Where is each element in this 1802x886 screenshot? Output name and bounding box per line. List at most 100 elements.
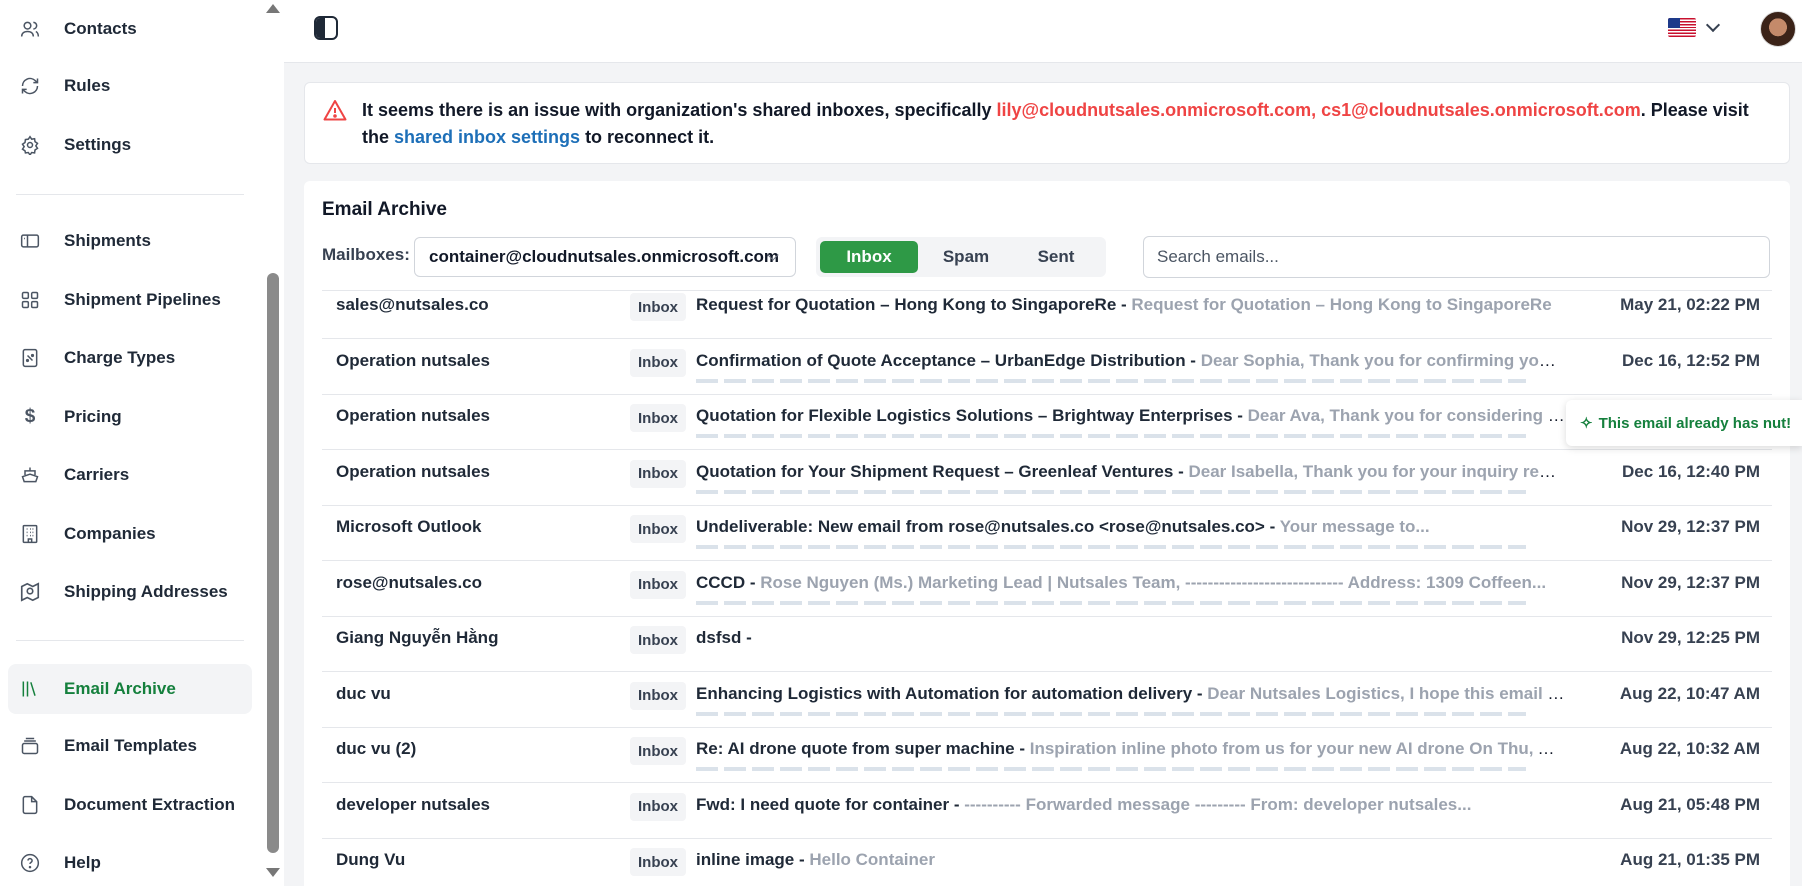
table-row[interactable]: duc vu (2) Inbox Re: AI drone quote from s… bbox=[322, 727, 1772, 783]
row-preview-overflow bbox=[696, 711, 1526, 716]
sidebar: Contacts Rules Settings Shipments Shipme… bbox=[0, 0, 262, 886]
users-icon bbox=[19, 18, 41, 40]
sidebar-item-shipments[interactable]: Shipments bbox=[8, 216, 252, 266]
table-row[interactable]: Operation nutsales Inbox Confirmation of Q… bbox=[322, 339, 1772, 395]
sidebar-item-shipment-pipelines[interactable]: Shipment Pipelines bbox=[8, 275, 252, 325]
row-date: Nov 29, 12:37 PM bbox=[1621, 517, 1760, 536]
alert-text-prefix: It seems there is an issue with organiza… bbox=[362, 100, 997, 120]
help-icon bbox=[19, 852, 41, 874]
row-sender: Operation nutsales bbox=[336, 350, 490, 370]
table-row[interactable]: sales@nutsales.co Inbox Request for Quotat… bbox=[322, 291, 1772, 339]
sidebar-toggle-icon[interactable] bbox=[314, 16, 338, 40]
row-separator: - bbox=[1185, 350, 1201, 370]
mailboxes-label: Mailboxes: bbox=[322, 245, 410, 264]
file-icon bbox=[19, 794, 41, 816]
layers-icon bbox=[19, 735, 41, 757]
alert-emails: lily@cloudnutsales.onmicrosoft.com, cs1@… bbox=[996, 100, 1641, 120]
mailbox-select[interactable]: container@cloudnutsales.onmicrosoft.com bbox=[414, 237, 796, 277]
row-preview: Your message to... bbox=[1279, 517, 1430, 536]
scroll-down-arrow-icon[interactable] bbox=[266, 868, 280, 877]
table-row[interactable]: Operation nutsales Inbox Quotation for You… bbox=[322, 450, 1772, 506]
sidebar-item-label: Contacts bbox=[64, 19, 137, 38]
row-subject: Enhancing Logistics with Automation for … bbox=[696, 683, 1193, 703]
toast-text: This email already has nut! bbox=[1598, 414, 1792, 432]
box-icon bbox=[19, 230, 41, 252]
sidebar-item-label: Shipping Addresses bbox=[64, 582, 228, 601]
chevron-down-icon[interactable] bbox=[1705, 17, 1721, 33]
mailbox-select-value: container@cloudnutsales.onmicrosoft.com bbox=[429, 247, 780, 266]
row-sender: Giang Nguyễn Hằng bbox=[336, 628, 499, 647]
row-separator: - bbox=[745, 572, 761, 592]
sidebar-item-charge-types[interactable]: Charge Types bbox=[8, 333, 252, 383]
email-list: sales@nutsales.co Inbox Request for Quotat… bbox=[322, 290, 1772, 886]
sidebar-item-email-archive[interactable]: Email Archive bbox=[8, 664, 252, 714]
refresh-icon bbox=[19, 75, 41, 97]
scroll-up-arrow-icon[interactable] bbox=[266, 4, 280, 13]
row-date: Aug 21, 01:35 PM bbox=[1620, 850, 1760, 869]
row-folder-badge: Inbox bbox=[630, 404, 686, 432]
row-subject: Quotation for Flexible Logistics Solutio… bbox=[696, 406, 1233, 425]
row-folder-badge: Inbox bbox=[630, 792, 686, 821]
table-row[interactable]: developer nutsales Inbox Fwd: I need quote… bbox=[322, 783, 1772, 839]
row-separator: - bbox=[1232, 406, 1248, 425]
sidebar-item-shipping-addresses[interactable]: Shipping Addresses bbox=[8, 567, 252, 617]
building-icon bbox=[19, 523, 41, 545]
dollar-icon: $ bbox=[24, 406, 36, 427]
table-row[interactable]: Microsoft Outlook Inbox Undeliverable: New… bbox=[322, 505, 1772, 561]
table-row[interactable]: Giang Nguyễn Hằng Inbox dsfsd - Nov 29, 12… bbox=[322, 616, 1772, 672]
row-separator: - bbox=[1192, 683, 1208, 703]
row-preview: Dear Nutsales Logistics, I hope this ema… bbox=[1207, 683, 1566, 703]
row-subject: Quotation for Your Shipment Request – Gr… bbox=[696, 461, 1174, 481]
sidebar-item-label: Rules bbox=[64, 76, 111, 95]
sidebar-item-companies[interactable]: Companies bbox=[8, 509, 252, 559]
sidebar-item-rules[interactable]: Rules bbox=[8, 61, 252, 111]
sidebar-item-settings[interactable]: Settings bbox=[8, 120, 252, 170]
sidebar-item-carriers[interactable]: Carriers bbox=[8, 450, 252, 500]
row-subject-line: inline image - Hello Container bbox=[696, 850, 1566, 870]
warning-icon bbox=[323, 99, 347, 126]
row-folder-badge: Inbox bbox=[630, 681, 686, 710]
tab-spam[interactable]: Spam bbox=[922, 241, 1010, 273]
shared-inbox-settings-link[interactable]: shared inbox settings bbox=[394, 127, 580, 147]
tab-sent[interactable]: Sent bbox=[1012, 241, 1100, 273]
row-folder-badge: Inbox bbox=[630, 570, 686, 599]
us-flag-icon[interactable] bbox=[1668, 18, 1696, 37]
table-row[interactable]: Operation nutsales Inbox Quotation for Fle… bbox=[322, 394, 1772, 450]
sidebar-item-label: Pricing bbox=[64, 407, 122, 426]
sidebar-item-help[interactable]: Help bbox=[8, 838, 252, 886]
row-subject: Undeliverable: New email from rose@nutsa… bbox=[696, 517, 1265, 536]
sidebar-item-label: Carriers bbox=[64, 465, 130, 484]
sidebar-item-label: Help bbox=[64, 853, 101, 872]
row-preview-overflow bbox=[696, 545, 1526, 549]
sidebar-item-contacts[interactable]: Contacts bbox=[8, 4, 252, 54]
row-date: Dec 16, 12:40 PM bbox=[1622, 461, 1760, 481]
row-subject-line: Fwd: I need quote for container - ------… bbox=[696, 795, 1566, 815]
sidebar-item-pricing[interactable]: $ Pricing bbox=[8, 392, 252, 442]
tab-inbox[interactable]: Inbox bbox=[820, 241, 918, 273]
row-subject: dsfsd bbox=[696, 628, 742, 647]
row-subject-line: Request for Quotation – Hong Kong to Sin… bbox=[696, 295, 1566, 315]
row-separator: - bbox=[1014, 739, 1030, 758]
sidebar-item-label: Email Archive bbox=[64, 679, 176, 698]
row-separator: - bbox=[741, 628, 752, 647]
grid-icon bbox=[19, 289, 41, 311]
sidebar-item-label: Companies bbox=[64, 524, 156, 543]
sidebar-item-label: Charge Types bbox=[64, 348, 176, 367]
sidebar-item-document-extraction[interactable]: Document Extraction bbox=[8, 780, 252, 830]
table-row[interactable]: duc vu Inbox Enhancing Logistics with Auto… bbox=[322, 672, 1772, 728]
row-subject-line: Enhancing Logistics with Automation for … bbox=[696, 684, 1566, 704]
sidebar-scrollbar-thumb[interactable] bbox=[267, 273, 279, 853]
table-row[interactable]: Dung Vu Inbox inline image - Hello Contain… bbox=[322, 838, 1772, 886]
row-folder-badge: Inbox bbox=[630, 626, 686, 654]
row-subject-line: Undeliverable: New email from rose@nutsa… bbox=[696, 517, 1566, 537]
row-subject: Confirmation of Quote Acceptance – Urban… bbox=[696, 350, 1186, 370]
row-preview-overflow bbox=[696, 434, 1526, 438]
row-subject: Request for Quotation – Hong Kong to Sin… bbox=[696, 295, 1117, 314]
avatar[interactable] bbox=[1760, 11, 1796, 47]
search-input[interactable] bbox=[1143, 236, 1770, 278]
table-row[interactable]: rose@nutsales.co Inbox CCCD - Rose Nguyen … bbox=[322, 561, 1772, 617]
row-date: May 21, 02:22 PM bbox=[1620, 295, 1760, 314]
shared-inbox-alert: It seems there is an issue with organiza… bbox=[304, 82, 1790, 164]
row-folder-badge: Inbox bbox=[630, 848, 686, 876]
sidebar-item-email-templates[interactable]: Email Templates bbox=[8, 721, 252, 771]
